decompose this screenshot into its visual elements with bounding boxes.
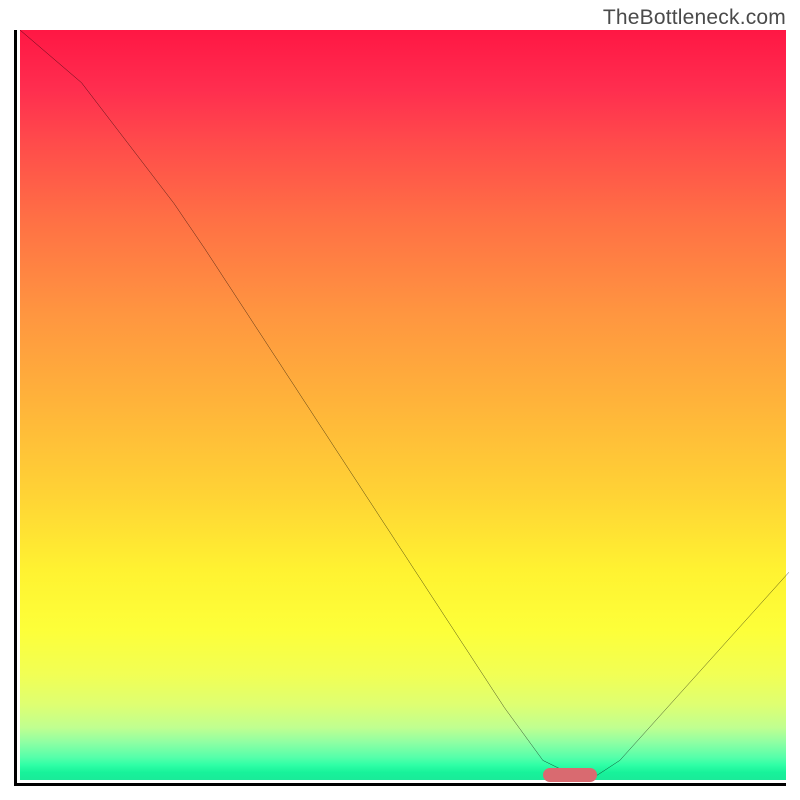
watermark-text: TheBottleneck.com [603,6,786,30]
optimal-point-marker [543,768,597,782]
plot-axes-frame [14,30,786,786]
bottleneck-curve [20,30,789,783]
